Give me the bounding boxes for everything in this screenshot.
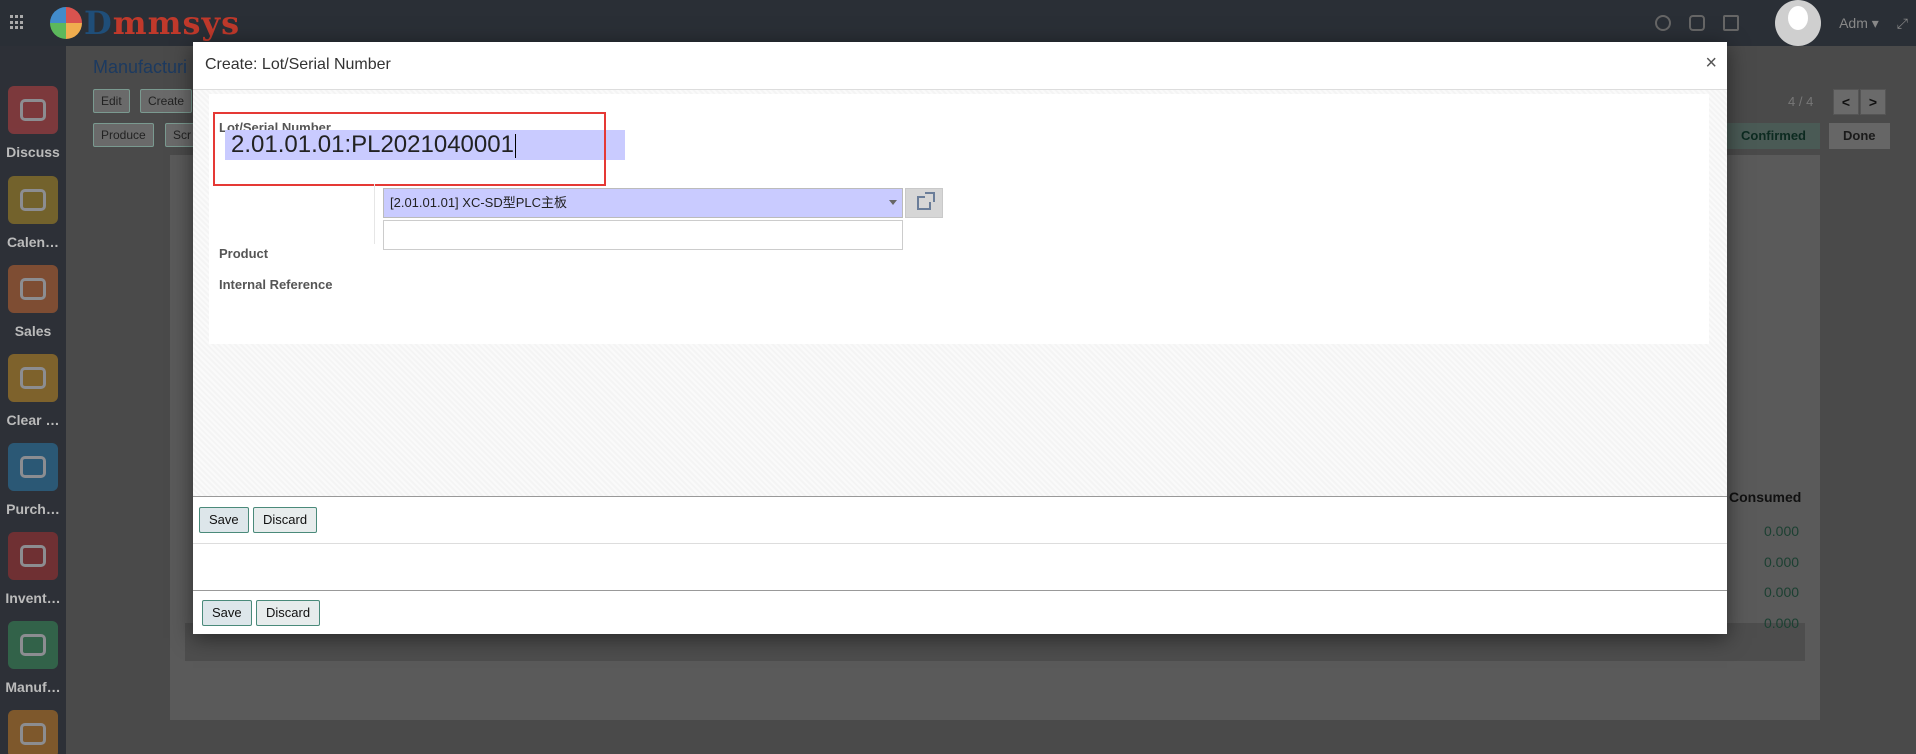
page-title: Manufacturi: [93, 57, 188, 77]
logo-text: mmsys: [112, 4, 241, 42]
apps-menu-icon[interactable]: [10, 15, 25, 30]
systray: Adm ▾ ⤢: [1655, 0, 1916, 46]
table-cell: 0.000: [1764, 554, 1800, 570]
inventory-box-icon: [8, 532, 58, 580]
create-lot-dialog: Create: Lot/Serial Number × Lot/Serial N…: [193, 42, 1727, 634]
close-icon[interactable]: ×: [1705, 53, 1717, 73]
app-sidebar: Discuss Calen… Sales Clear … Purch… Inve…: [0, 46, 66, 754]
table-cell: 0.000: [1764, 584, 1800, 600]
column-header-consumed: Consumed: [1729, 489, 1802, 505]
discard-button[interactable]: Discard: [253, 507, 318, 533]
sidebar-item-label: Calen…: [6, 234, 60, 250]
avatar[interactable]: [1775, 0, 1822, 46]
chevron-down-icon[interactable]: [889, 200, 897, 205]
sales-chart-icon: [8, 265, 58, 313]
sidebar-item-label: Discuss: [6, 144, 60, 160]
wrench-icon: [8, 621, 58, 669]
save-button[interactable]: Save: [199, 507, 249, 533]
dialog-footer-secondary: Save Discard: [193, 590, 1727, 634]
create-button[interactable]: Create: [140, 89, 193, 113]
sidebar-item-label: Clear …: [6, 412, 60, 428]
sidebar-item-label: Sales: [14, 323, 52, 339]
clear-icon: [8, 354, 58, 402]
pager: 4 / 4: [1788, 94, 1814, 109]
brand-logo[interactable]: Dmmsys: [50, 4, 241, 42]
logo-ball-icon: [50, 7, 82, 39]
dialog-title: Create: Lot/Serial Number: [205, 56, 391, 73]
edit-button[interactable]: Edit: [93, 89, 130, 113]
clock-icon[interactable]: [1655, 15, 1672, 31]
table-cell: 0.000: [1764, 615, 1800, 631]
table-cell: 0.000: [1764, 523, 1800, 539]
save-button-secondary[interactable]: Save: [202, 600, 252, 626]
highlight-box: [213, 112, 606, 186]
sidebar-item-label: Manuf…: [5, 679, 61, 695]
chat-icon[interactable]: [1689, 15, 1706, 31]
internal-reference-input[interactable]: [383, 220, 903, 250]
product-value: [2.01.01.01] XC-SD型PLC主板: [390, 195, 568, 210]
sidebar-item-manufacturing[interactable]: Manuf…: [0, 621, 66, 695]
pager-next-button[interactable]: >: [1860, 89, 1886, 115]
dialog-header: Create: Lot/Serial Number ×: [193, 42, 1727, 90]
fullscreen-icon[interactable]: ⤢: [1897, 15, 1908, 32]
pager-prev-button[interactable]: <: [1833, 89, 1859, 115]
invoice-icon: [8, 710, 58, 754]
purchase-card-icon: [8, 443, 58, 491]
external-link-button[interactable]: [905, 188, 943, 218]
product-label: Product: [219, 246, 269, 261]
gift-icon[interactable]: [1723, 15, 1740, 31]
sidebar-item-label: Purch…: [6, 501, 60, 517]
calendar-icon: [8, 176, 58, 224]
sidebar-item-invoicing[interactable]: [0, 710, 66, 754]
logo-letter: D: [84, 4, 113, 42]
dialog-spacer: [193, 543, 1727, 590]
sidebar-item-sales[interactable]: Sales: [0, 265, 66, 339]
sidebar-item-calendar[interactable]: Calen…: [0, 176, 66, 250]
top-navbar: Dmmsys Adm ▾ ⤢: [0, 0, 1916, 46]
produce-button[interactable]: Produce: [93, 123, 154, 147]
sidebar-item-discuss[interactable]: Discuss: [0, 86, 66, 160]
status-confirmed[interactable]: Confirmed: [1727, 123, 1820, 149]
product-select[interactable]: [2.01.01.01] XC-SD型PLC主板: [383, 188, 903, 218]
sidebar-item-label: Invent…: [5, 590, 61, 606]
status-done[interactable]: Done: [1829, 123, 1890, 149]
external-link-icon: [917, 192, 935, 210]
user-menu[interactable]: Adm ▾: [1839, 15, 1879, 32]
discuss-icon: [8, 86, 58, 134]
sidebar-item-inventory[interactable]: Invent…: [0, 532, 66, 606]
label-divider: [374, 184, 375, 244]
sidebar-item-clear[interactable]: Clear …: [0, 354, 66, 428]
discard-button-secondary[interactable]: Discard: [256, 600, 321, 626]
internal-reference-label: Internal Reference: [219, 277, 333, 292]
sidebar-item-purchase[interactable]: Purch…: [0, 443, 66, 517]
dialog-footer: Save Discard: [193, 496, 1727, 543]
